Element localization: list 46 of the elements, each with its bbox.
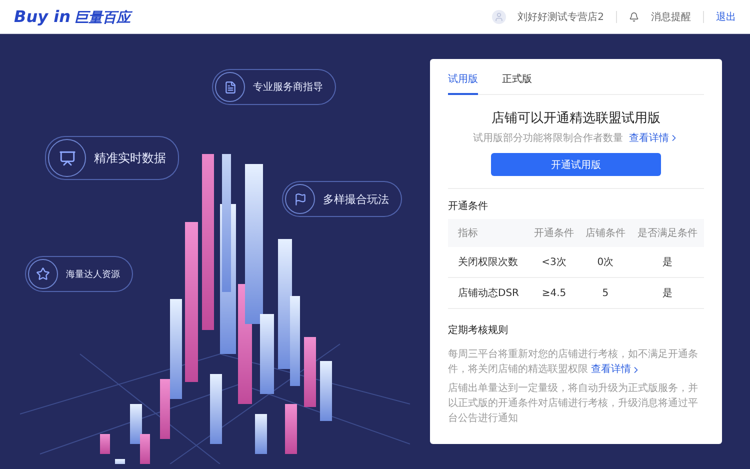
notifications-link[interactable]: 消息提醒	[651, 10, 691, 24]
feature-pill: 海量达人资源	[25, 256, 133, 292]
table-cell: 0次	[580, 247, 632, 278]
document-icon	[224, 80, 236, 94]
star-icon	[36, 267, 50, 281]
feature-pill: 专业服务商指导	[212, 69, 336, 105]
chart-board-icon	[58, 150, 76, 166]
card-title: 店铺可以开通精选联盟试用版	[490, 110, 662, 127]
column-header: 开通条件	[528, 219, 580, 247]
chart-bar	[140, 434, 150, 464]
card-subtitle: 试用版部分功能将限制合作者数量	[473, 132, 623, 145]
chart-bar	[130, 404, 142, 444]
chart-bar	[285, 404, 297, 454]
table-cell: 是	[631, 247, 704, 278]
column-header: 店铺条件	[580, 219, 632, 247]
rule-paragraph: 店铺出单量达到一定量级，将自动升级为正式版服务，并以正式版的开通条件对店铺进行考核，升级消息将通过平台公告进行通知	[448, 382, 699, 426]
section-heading: 开通条件	[448, 200, 489, 213]
table-cell: <3次	[528, 247, 580, 278]
chart-bar	[115, 459, 125, 464]
flag-icon	[294, 192, 306, 206]
chart-bar	[100, 434, 110, 454]
table-cell: ≥4.5	[528, 278, 580, 308]
section-heading: 定期考核规则	[448, 324, 509, 337]
details-link[interactable]: 查看详情	[591, 362, 642, 377]
version-tab[interactable]: 正式版	[502, 59, 532, 95]
table-cell: 店铺动态DSR	[448, 278, 528, 308]
table-cell: 关闭权限次数	[448, 247, 528, 278]
feature-pill: 精准实时数据	[45, 136, 179, 180]
table-cell: 5	[580, 278, 632, 308]
avatar-icon	[492, 10, 506, 24]
bell-icon[interactable]	[629, 12, 639, 22]
chart-bar	[210, 374, 222, 444]
user-name: 刘好好测试专营店2	[518, 10, 604, 24]
chart-bar	[320, 361, 332, 421]
version-tab[interactable]: 试用版	[448, 59, 478, 95]
logo: Buy in 巨量百应	[14, 6, 130, 26]
chart-bar	[255, 414, 267, 454]
details-link[interactable]: 查看详情	[629, 131, 679, 145]
rule-paragraph: 每周三平台将重新对您的店铺进行考核，如不满足开通条件，将关闭店铺的精选联盟权限 查看详情	[448, 348, 699, 377]
chart-bar	[304, 337, 316, 407]
column-header: 是否满足条件	[631, 219, 704, 247]
open-trial-button[interactable]: 开通试用版	[491, 153, 661, 176]
column-header: 指标	[448, 219, 528, 247]
feature-pill: 多样撮合玩法	[282, 181, 402, 217]
logout-link[interactable]: 退出	[716, 10, 736, 24]
table-cell: 是	[631, 278, 704, 308]
